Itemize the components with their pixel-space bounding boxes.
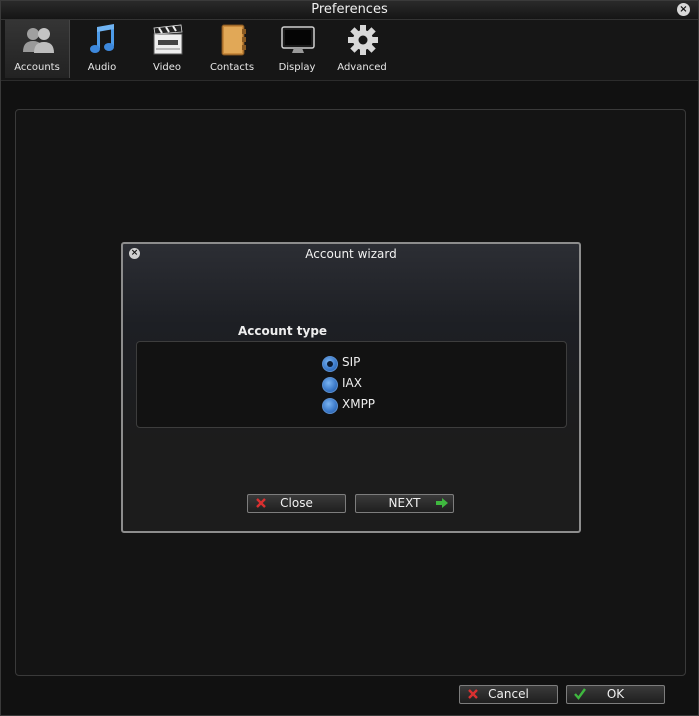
arrow-right-icon (436, 498, 448, 508)
radio-iax-label: IAX (342, 376, 362, 390)
preferences-window: Preferences × Accounts Audio Video Conta… (0, 0, 699, 716)
radio-xmpp[interactable] (322, 398, 338, 414)
tab-accounts-label: Accounts (14, 62, 60, 73)
tab-audio[interactable]: Audio (70, 20, 134, 78)
tab-accounts[interactable]: Accounts (5, 20, 70, 78)
cancel-button-label: Cancel (488, 687, 529, 701)
window-title: Preferences (311, 2, 388, 17)
account-type-label: Account type (238, 324, 328, 338)
address-book-icon (221, 24, 246, 56)
music-note-icon (90, 24, 114, 53)
cancel-x-icon (468, 689, 478, 699)
account-type-group: SIP IAX XMPP (136, 341, 567, 428)
next-button-label: NEXT (388, 496, 421, 510)
ok-button[interactable]: OK (566, 685, 665, 704)
dialog-footer: Cancel OK (1, 681, 698, 715)
radio-sip-label: SIP (342, 355, 361, 369)
radio-xmpp-label: XMPP (342, 397, 376, 411)
checkmark-icon (574, 688, 586, 700)
close-button-label: Close (280, 496, 313, 510)
tab-audio-label: Audio (87, 62, 117, 73)
tab-advanced-label: Advanced (337, 62, 387, 73)
window-close-icon[interactable]: × (677, 3, 690, 16)
clapperboard-icon (153, 24, 183, 55)
gear-icon (348, 25, 378, 55)
account-wizard-dialog: × Account wizard Account type SIP IAX XM… (121, 242, 581, 533)
monitor-icon (281, 26, 315, 53)
wizard-title: Account wizard (305, 247, 397, 261)
accounts-icon (23, 28, 54, 53)
title-bar[interactable]: Preferences × (1, 1, 698, 20)
tab-advanced[interactable]: Advanced (330, 20, 394, 78)
close-x-icon (256, 498, 266, 508)
radio-sip[interactable] (322, 356, 338, 372)
ok-button-label: OK (606, 687, 625, 701)
preferences-toolbar: Accounts Audio Video Contacts Display Ad… (1, 20, 698, 81)
tab-display[interactable]: Display (265, 20, 329, 78)
close-button[interactable]: Close (247, 494, 346, 513)
tab-display-label: Display (278, 62, 316, 73)
next-button[interactable]: NEXT (355, 494, 454, 513)
tab-contacts[interactable]: Contacts (200, 20, 264, 78)
tab-video-label: Video (152, 62, 182, 73)
tab-video[interactable]: Video (135, 20, 199, 78)
cancel-button[interactable]: Cancel (459, 685, 558, 704)
tab-contacts-label: Contacts (209, 62, 255, 73)
radio-iax[interactable] (322, 377, 338, 393)
